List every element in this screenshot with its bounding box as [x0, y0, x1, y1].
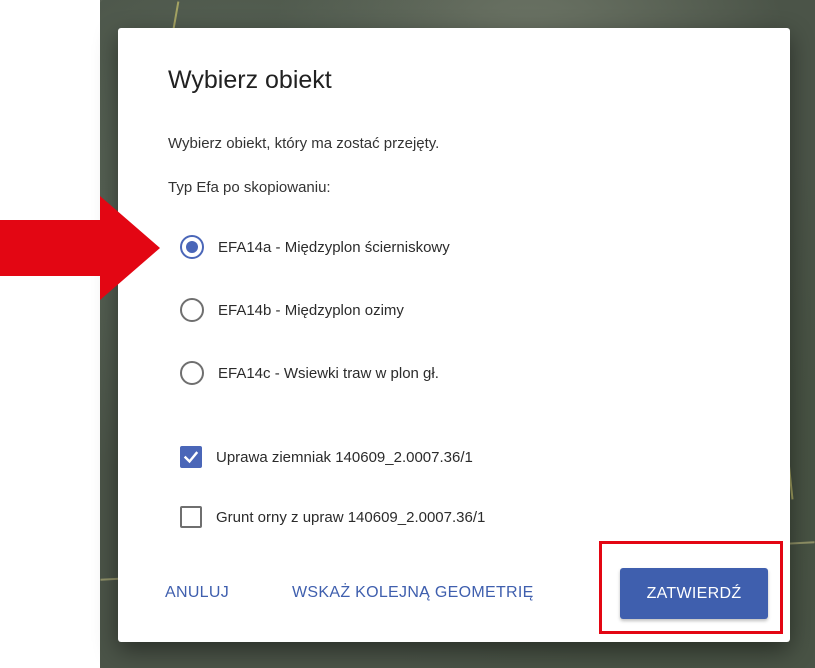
efa-type-label: Typ Efa po skopiowaniu: — [168, 179, 331, 196]
radio-option-label: EFA14b - Międzyplon ozimy — [218, 301, 404, 319]
checkmark-icon — [183, 451, 199, 464]
checkbox-uprawa-ziemniak[interactable]: Uprawa ziemniak 140609_2.0007.36/1 — [180, 446, 473, 468]
checkbox-grunt-orny[interactable]: Grunt orny z upraw 140609_2.0007.36/1 — [180, 506, 485, 528]
checkbox-label: Uprawa ziemniak 140609_2.0007.36/1 — [216, 448, 473, 466]
radio-unselected-icon[interactable] — [180, 298, 204, 322]
annotation-highlight-box — [599, 541, 783, 634]
radio-option-efa14c[interactable]: EFA14c - Wsiewki traw w plon gł. — [180, 361, 439, 385]
cancel-button[interactable]: ANULUJ — [165, 584, 229, 602]
next-geometry-button[interactable]: WSKAŻ KOLEJNĄ GEOMETRIĘ — [292, 584, 534, 602]
annotation-arrow-icon — [0, 196, 160, 300]
radio-unselected-icon[interactable] — [180, 361, 204, 385]
checkbox-checked-icon[interactable] — [180, 446, 202, 468]
checkbox-unchecked-icon[interactable] — [180, 506, 202, 528]
radio-option-label: EFA14a - Międzyplon ścierniskowy — [218, 238, 450, 256]
dialog-title: Wybierz obiekt — [168, 66, 332, 94]
radio-selected-icon[interactable] — [180, 235, 204, 259]
radio-option-efa14a[interactable]: EFA14a - Międzyplon ścierniskowy — [180, 235, 450, 259]
radio-option-label: EFA14c - Wsiewki traw w plon gł. — [218, 364, 439, 382]
radio-option-efa14b[interactable]: EFA14b - Międzyplon ozimy — [180, 298, 404, 322]
checkbox-label: Grunt orny z upraw 140609_2.0007.36/1 — [216, 508, 486, 526]
dialog-description: Wybierz obiekt, który ma zostać przejęty… — [168, 135, 440, 152]
